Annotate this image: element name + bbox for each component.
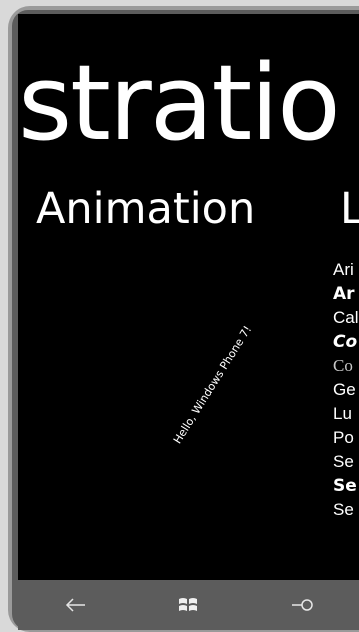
back-arrow-icon [65, 598, 85, 612]
font-list-item[interactable]: Se [333, 498, 359, 522]
font-list-item[interactable]: Ar [333, 282, 359, 306]
search-button[interactable] [282, 590, 322, 620]
phone-screen[interactable]: stratio Animation Hello, Windows Phone 7… [18, 14, 359, 580]
font-list-item[interactable]: Cal [333, 306, 359, 330]
font-list-item[interactable]: Po [333, 426, 359, 450]
search-icon [292, 599, 313, 611]
animated-hello-text: Hello, Windows Phone 7! [170, 323, 255, 447]
windows-logo-icon [179, 598, 197, 611]
panorama-title: stratio [18, 42, 341, 164]
panorama-item-header-next[interactable]: L [340, 184, 359, 234]
font-list-item[interactable]: Co [333, 354, 359, 378]
font-list-item[interactable]: Ari [333, 258, 359, 282]
font-list-item[interactable]: Se [333, 450, 359, 474]
back-button[interactable] [56, 590, 96, 620]
start-button[interactable] [168, 590, 208, 620]
phone-device: stratio Animation Hello, Windows Phone 7… [0, 0, 359, 632]
font-list-item[interactable]: Ge [333, 378, 359, 402]
panorama-item-header-animation[interactable]: Animation [36, 184, 255, 234]
system-navigation-bar [18, 580, 359, 630]
font-list-item[interactable]: Co [333, 330, 359, 354]
font-list-item[interactable]: Lu [333, 402, 359, 426]
font-list-item[interactable]: Se [333, 474, 359, 498]
font-list: Ari Ar Cal Co Co Ge Lu Po Se Se Se [333, 258, 359, 522]
